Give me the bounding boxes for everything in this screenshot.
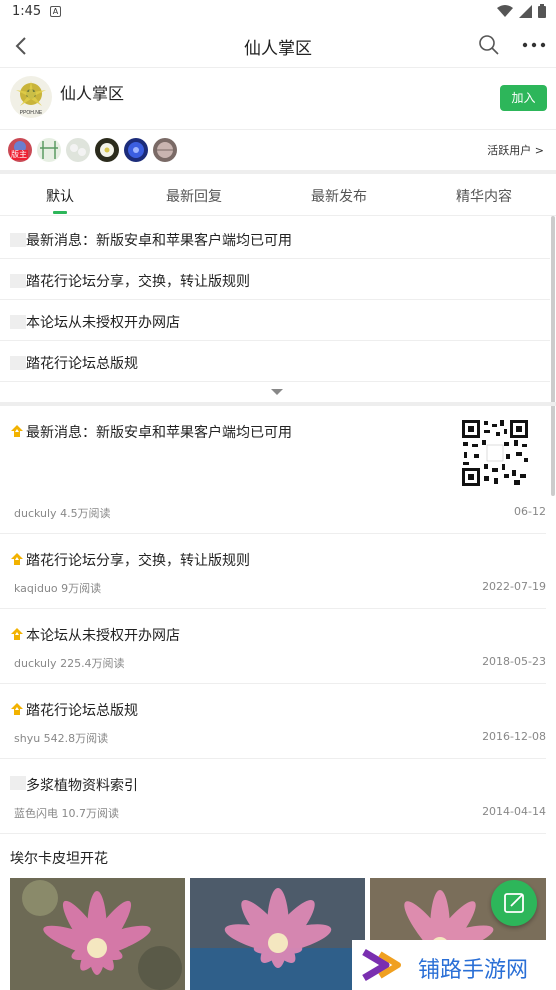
tab-default[interactable]: 默认 xyxy=(46,186,74,206)
post-title[interactable]: 埃尔卡皮坦开花 xyxy=(10,848,108,868)
post-item[interactable]: 踏花行论坛总版规 shyu 542.8万阅读 2016-12-08 xyxy=(0,684,546,759)
forum-name: 仙人掌区 xyxy=(60,84,125,103)
more-options-icon[interactable] xyxy=(520,32,548,58)
chevron-down-icon xyxy=(271,389,283,395)
moderator-badge: 版主 xyxy=(10,150,28,160)
signal-icon xyxy=(519,4,532,18)
post-meta: shyu 542.8万阅读 xyxy=(14,732,109,745)
pin-up-icon xyxy=(11,703,23,715)
avatar[interactable] xyxy=(37,138,61,162)
post-date: 2022-07-19 xyxy=(482,580,546,593)
expand-toggle[interactable] xyxy=(0,382,556,402)
watermark: 铺路手游网 xyxy=(352,940,556,990)
post-date: 2014-04-14 xyxy=(482,805,546,818)
status-bar: 1:45 A xyxy=(0,0,556,24)
compose-button[interactable] xyxy=(491,880,537,926)
battery-icon xyxy=(538,4,546,18)
post-meta: 蓝色闪电 10.7万阅读 xyxy=(14,807,119,820)
post-item[interactable]: 最新消息：新版安卓和苹果客户端均已可用 duckuly 4.5万阅读 06-12 xyxy=(0,406,546,534)
active-users-link[interactable]: 活跃用户 > xyxy=(487,142,544,158)
edit-icon xyxy=(504,893,524,913)
post-item[interactable]: 多浆植物资料索引 蓝色闪电 10.7万阅读 2014-04-14 xyxy=(0,759,546,834)
svg-text:PPOH.NE: PPOH.NE xyxy=(20,110,43,116)
watermark-text: 铺路手游网 xyxy=(418,958,529,983)
list-item[interactable]: 踏花行论坛总版规 xyxy=(0,341,550,382)
pinned-title: 踏花行论坛总版规 xyxy=(26,356,138,372)
list-item[interactable]: 最新消息：新版安卓和苹果客户端均已可用 xyxy=(0,218,550,259)
tab-indicator xyxy=(53,211,67,214)
post-date: 06-12 xyxy=(514,505,546,518)
system-icons xyxy=(497,4,546,18)
tab-featured[interactable]: 精华内容 xyxy=(456,186,512,206)
search-icon[interactable] xyxy=(476,32,502,58)
qr-code xyxy=(460,418,530,488)
avatar[interactable] xyxy=(66,138,90,162)
pinned-title: 本论坛从未授权开办网店 xyxy=(26,315,180,331)
post-title: 本论坛从未授权开办网店 xyxy=(26,628,180,644)
post-title: 最新消息：新版安卓和苹果客户端均已可用 xyxy=(26,425,292,441)
pinned-title: 踏花行论坛分享，交换，转让版规则 xyxy=(26,274,250,290)
tab-bar: 默认 最新回复 最新发布 精华内容 xyxy=(0,174,556,216)
post-meta: kaqiduo 9万阅读 xyxy=(14,582,102,595)
active-users-avatars: 版主 xyxy=(8,138,177,162)
scrollbar[interactable] xyxy=(551,216,555,496)
page-title: 仙人掌区 xyxy=(244,39,312,59)
post-meta: duckuly 4.5万阅读 xyxy=(14,507,111,520)
pin-up-icon xyxy=(11,425,23,437)
list-item[interactable]: 本论坛从未授权开办网店 xyxy=(0,300,550,341)
post-title: 多浆植物资料索引 xyxy=(26,778,138,794)
thumbnail-placeholder xyxy=(10,356,26,370)
pin-up-icon xyxy=(11,553,23,565)
post-item[interactable]: 本论坛从未授权开办网店 duckuly 225.4万阅读 2018-05-23 xyxy=(0,609,546,684)
post-date: 2018-05-23 xyxy=(482,655,546,668)
forum-header: PPOH.NE 仙人掌区 加入 xyxy=(0,68,556,130)
avatar[interactable] xyxy=(95,138,119,162)
tab-latest-reply[interactable]: 最新回复 xyxy=(166,186,222,206)
post-date: 2016-12-08 xyxy=(482,730,546,743)
post-meta: duckuly 225.4万阅读 xyxy=(14,657,125,670)
post-title: 踏花行论坛总版规 xyxy=(26,703,138,719)
avatar[interactable] xyxy=(124,138,148,162)
app-bar: 仙人掌区 xyxy=(0,24,556,68)
join-button[interactable]: 加入 xyxy=(500,85,547,111)
list-item[interactable]: 踏花行论坛分享，交换，转让版规则 xyxy=(0,259,550,300)
thumbnail-placeholder xyxy=(10,776,26,790)
notification-icon: A xyxy=(50,6,61,17)
gallery-image[interactable] xyxy=(10,878,185,990)
pinned-list: 最新消息：新版安卓和苹果客户端均已可用 踏花行论坛分享，交换，转让版规则 本论坛… xyxy=(0,218,550,382)
avatar[interactable] xyxy=(153,138,177,162)
forum-avatar: PPOH.NE xyxy=(10,76,52,118)
avatar[interactable]: 版主 xyxy=(8,138,32,162)
thumbnail-placeholder xyxy=(10,315,26,329)
thumbnail-placeholder xyxy=(10,274,26,288)
post-item[interactable]: 踏花行论坛分享，交换，转让版规则 kaqiduo 9万阅读 2022-07-19 xyxy=(0,534,546,609)
post-title: 踏花行论坛分享，交换，转让版规则 xyxy=(26,553,250,569)
thumbnail-placeholder xyxy=(10,233,26,247)
active-users-row: 版主 活跃用户 > xyxy=(0,130,556,170)
status-time: 1:45 xyxy=(12,4,42,19)
pin-up-icon xyxy=(11,628,23,640)
gallery-image[interactable] xyxy=(190,878,365,990)
wifi-icon xyxy=(497,4,513,17)
pinned-title: 最新消息：新版安卓和苹果客户端均已可用 xyxy=(26,233,292,249)
watermark-logo xyxy=(362,948,401,982)
tab-latest-post[interactable]: 最新发布 xyxy=(311,186,367,206)
